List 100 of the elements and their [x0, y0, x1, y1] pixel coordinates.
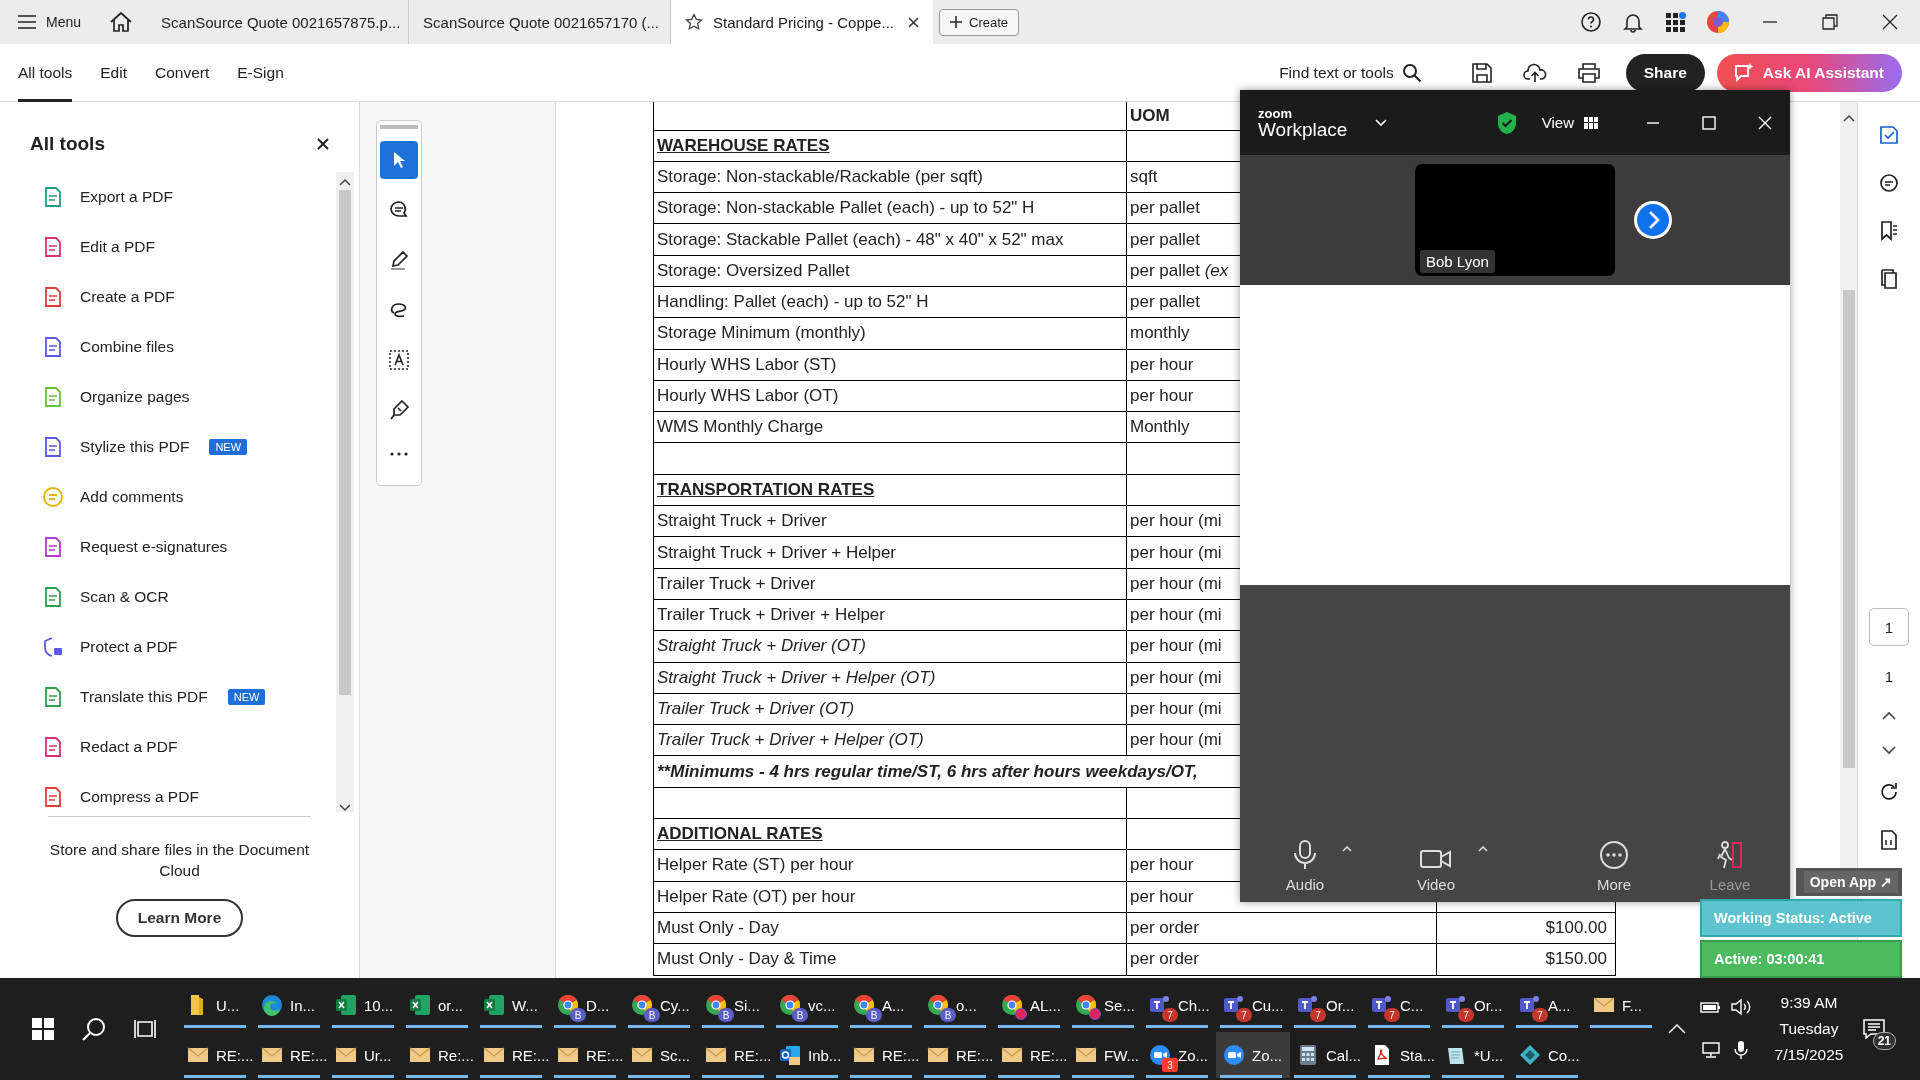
tool-list-item[interactable]: Stylize this PDF NEW	[42, 422, 336, 472]
shield-check-icon[interactable]	[1495, 110, 1518, 135]
view-button[interactable]: View	[1535, 113, 1604, 132]
chevron-up-icon[interactable]	[1668, 1024, 1686, 1034]
taskbar-button[interactable]: RE:...	[846, 1032, 920, 1078]
scroll-down-icon[interactable]	[339, 804, 351, 812]
taskbar-button[interactable]: RE:...	[698, 1032, 772, 1078]
taskbar-button[interactable]: B Cy...	[624, 982, 698, 1028]
network-icon[interactable]	[1700, 1041, 1722, 1059]
pages-icon[interactable]	[1878, 268, 1900, 290]
taskbar-button[interactable]: 7 Or...	[1438, 982, 1512, 1028]
taskbar-button[interactable]: Inb...	[772, 1032, 846, 1078]
caret-up-icon[interactable]	[1478, 846, 1488, 852]
taskbar-button[interactable]: RE:...	[180, 1032, 254, 1078]
meeting-control-button[interactable]: Video	[1406, 834, 1466, 894]
tool-list-item[interactable]: Create a PDF	[42, 272, 336, 322]
taskbar-button[interactable]: 7 A...	[1512, 982, 1586, 1028]
close-icon[interactable]	[1882, 14, 1898, 30]
taskbar-button[interactable]: B vc...	[772, 982, 846, 1028]
scroll-up-icon[interactable]	[339, 178, 351, 186]
taskbar-button[interactable]: 7 Cu...	[1216, 982, 1290, 1028]
page-down-icon[interactable]	[1882, 746, 1896, 755]
scrollbar-thumb[interactable]	[339, 190, 351, 695]
tool-list-item[interactable]: Compress a PDF	[42, 772, 336, 822]
taskbar-button[interactable]: Cal...	[1290, 1032, 1364, 1078]
scrollbar-thumb[interactable]	[1842, 290, 1855, 768]
taskbar-button[interactable]: Zo...	[1216, 1032, 1290, 1078]
bell-icon[interactable]	[1622, 11, 1644, 33]
tool-list-item[interactable]: Combine files	[42, 322, 336, 372]
taskbar-button[interactable]: 10...	[328, 982, 402, 1028]
help-icon[interactable]	[1580, 11, 1602, 33]
taskbar-button[interactable]: 7 C...	[1364, 982, 1438, 1028]
taskbar-button[interactable]: Co...	[1512, 1032, 1586, 1078]
panel-icon[interactable]	[1878, 124, 1900, 146]
home-icon[interactable]	[109, 11, 134, 33]
bookmark-icon[interactable]	[1878, 220, 1900, 242]
toolbar-tab[interactable]: Convert	[155, 43, 210, 102]
tool-list-item[interactable]: Edit a PDF	[42, 222, 336, 272]
microphone-icon[interactable]	[1734, 1040, 1748, 1060]
page-number-field[interactable]: 1	[1869, 608, 1909, 646]
taskbar-button[interactable]: 3 Zo...	[1142, 1032, 1216, 1078]
taskbar-button[interactable]: RE:...	[476, 1032, 550, 1078]
taskbar-button[interactable]: Ur...	[328, 1032, 402, 1078]
taskbar-button[interactable]: or...	[402, 982, 476, 1028]
star-icon[interactable]	[685, 13, 704, 31]
learn-more-button[interactable]: Learn More	[115, 899, 244, 937]
tool-list-item[interactable]: Redact a PDF	[42, 722, 336, 772]
menu-button[interactable]: Menu	[0, 14, 100, 30]
taskbar-button[interactable]: RE:...	[994, 1032, 1068, 1078]
chevron-down-icon[interactable]	[1375, 118, 1388, 127]
taskbar-button[interactable]: Se...	[1068, 982, 1142, 1028]
meeting-control-button[interactable]: More	[1584, 834, 1644, 894]
rotate-icon[interactable]	[1878, 781, 1900, 803]
open-app-button[interactable]: Open App ↗	[1803, 871, 1898, 893]
taskbar-button[interactable]: B o...	[920, 982, 994, 1028]
browser-tab[interactable]: Standard Pricing - Coppe...	[671, 0, 934, 44]
tool-list-item[interactable]: Organize pages	[42, 372, 336, 422]
toolbar-tab[interactable]: All tools	[18, 43, 73, 102]
toolbar-tab[interactable]: Edit	[100, 43, 127, 102]
tool-list-item[interactable]: Request e-signatures	[42, 522, 336, 572]
toolbar-tab[interactable]: E-Sign	[237, 43, 284, 102]
caret-up-icon[interactable]	[1342, 846, 1352, 852]
taskbar-button[interactable]: U...	[180, 982, 254, 1028]
create-button[interactable]: Create	[939, 8, 1020, 36]
tool-list-item[interactable]: Export a PDF	[42, 172, 336, 222]
maximize-icon[interactable]	[1702, 115, 1716, 130]
taskbar-button[interactable]: B Si...	[698, 982, 772, 1028]
taskbar-button[interactable]: W...	[476, 982, 550, 1028]
taskbar-button[interactable]: *U...	[1438, 1032, 1512, 1078]
more-icon[interactable]	[389, 451, 409, 457]
tool-list-item[interactable]: Scan & OCR	[42, 572, 336, 622]
volume-icon[interactable]	[1730, 998, 1752, 1016]
task-view-icon[interactable]	[134, 1018, 157, 1040]
ai-assistant-button[interactable]: Ask AI Assistant	[1716, 53, 1902, 92]
taskbar-button[interactable]: RE:...	[550, 1032, 624, 1078]
taskbar-button[interactable]: 7 Or...	[1290, 982, 1364, 1028]
tool-list-item[interactable]: Protect a PDF	[42, 622, 336, 672]
avatar-icon[interactable]	[1706, 10, 1730, 34]
taskbar-button[interactable]: B A...	[846, 982, 920, 1028]
taskbar-button[interactable]: Sc...	[624, 1032, 698, 1078]
clock[interactable]: 9:39 AM Tuesday 7/15/2025	[1764, 994, 1854, 1064]
print-icon[interactable]	[1576, 61, 1601, 84]
meeting-control-button[interactable]: Audio	[1280, 834, 1330, 894]
taskbar-button[interactable]: F...	[1586, 982, 1660, 1028]
taskbar-button[interactable]: B D...	[550, 982, 624, 1028]
apps-grid-icon[interactable]	[1664, 11, 1686, 33]
share-button[interactable]: Share	[1625, 53, 1705, 92]
taskbar-button[interactable]: RE:...	[254, 1032, 328, 1078]
tool-list-item[interactable]: Add comments	[42, 472, 336, 522]
close-icon[interactable]	[317, 138, 329, 150]
upload-icon[interactable]	[1522, 61, 1547, 84]
battery-icon[interactable]	[1700, 1000, 1722, 1014]
taskbar-button[interactable]: Sta...	[1364, 1032, 1438, 1078]
taskbar-button[interactable]: AL...	[994, 982, 1068, 1028]
taskbar-button[interactable]: In...	[254, 982, 328, 1028]
close-icon[interactable]	[908, 16, 920, 28]
fit-page-icon[interactable]	[1879, 829, 1899, 851]
search-icon[interactable]	[81, 1016, 107, 1042]
scroll-up-icon[interactable]	[1842, 114, 1855, 122]
taskbar-button[interactable]: 7 Ch...	[1142, 982, 1216, 1028]
